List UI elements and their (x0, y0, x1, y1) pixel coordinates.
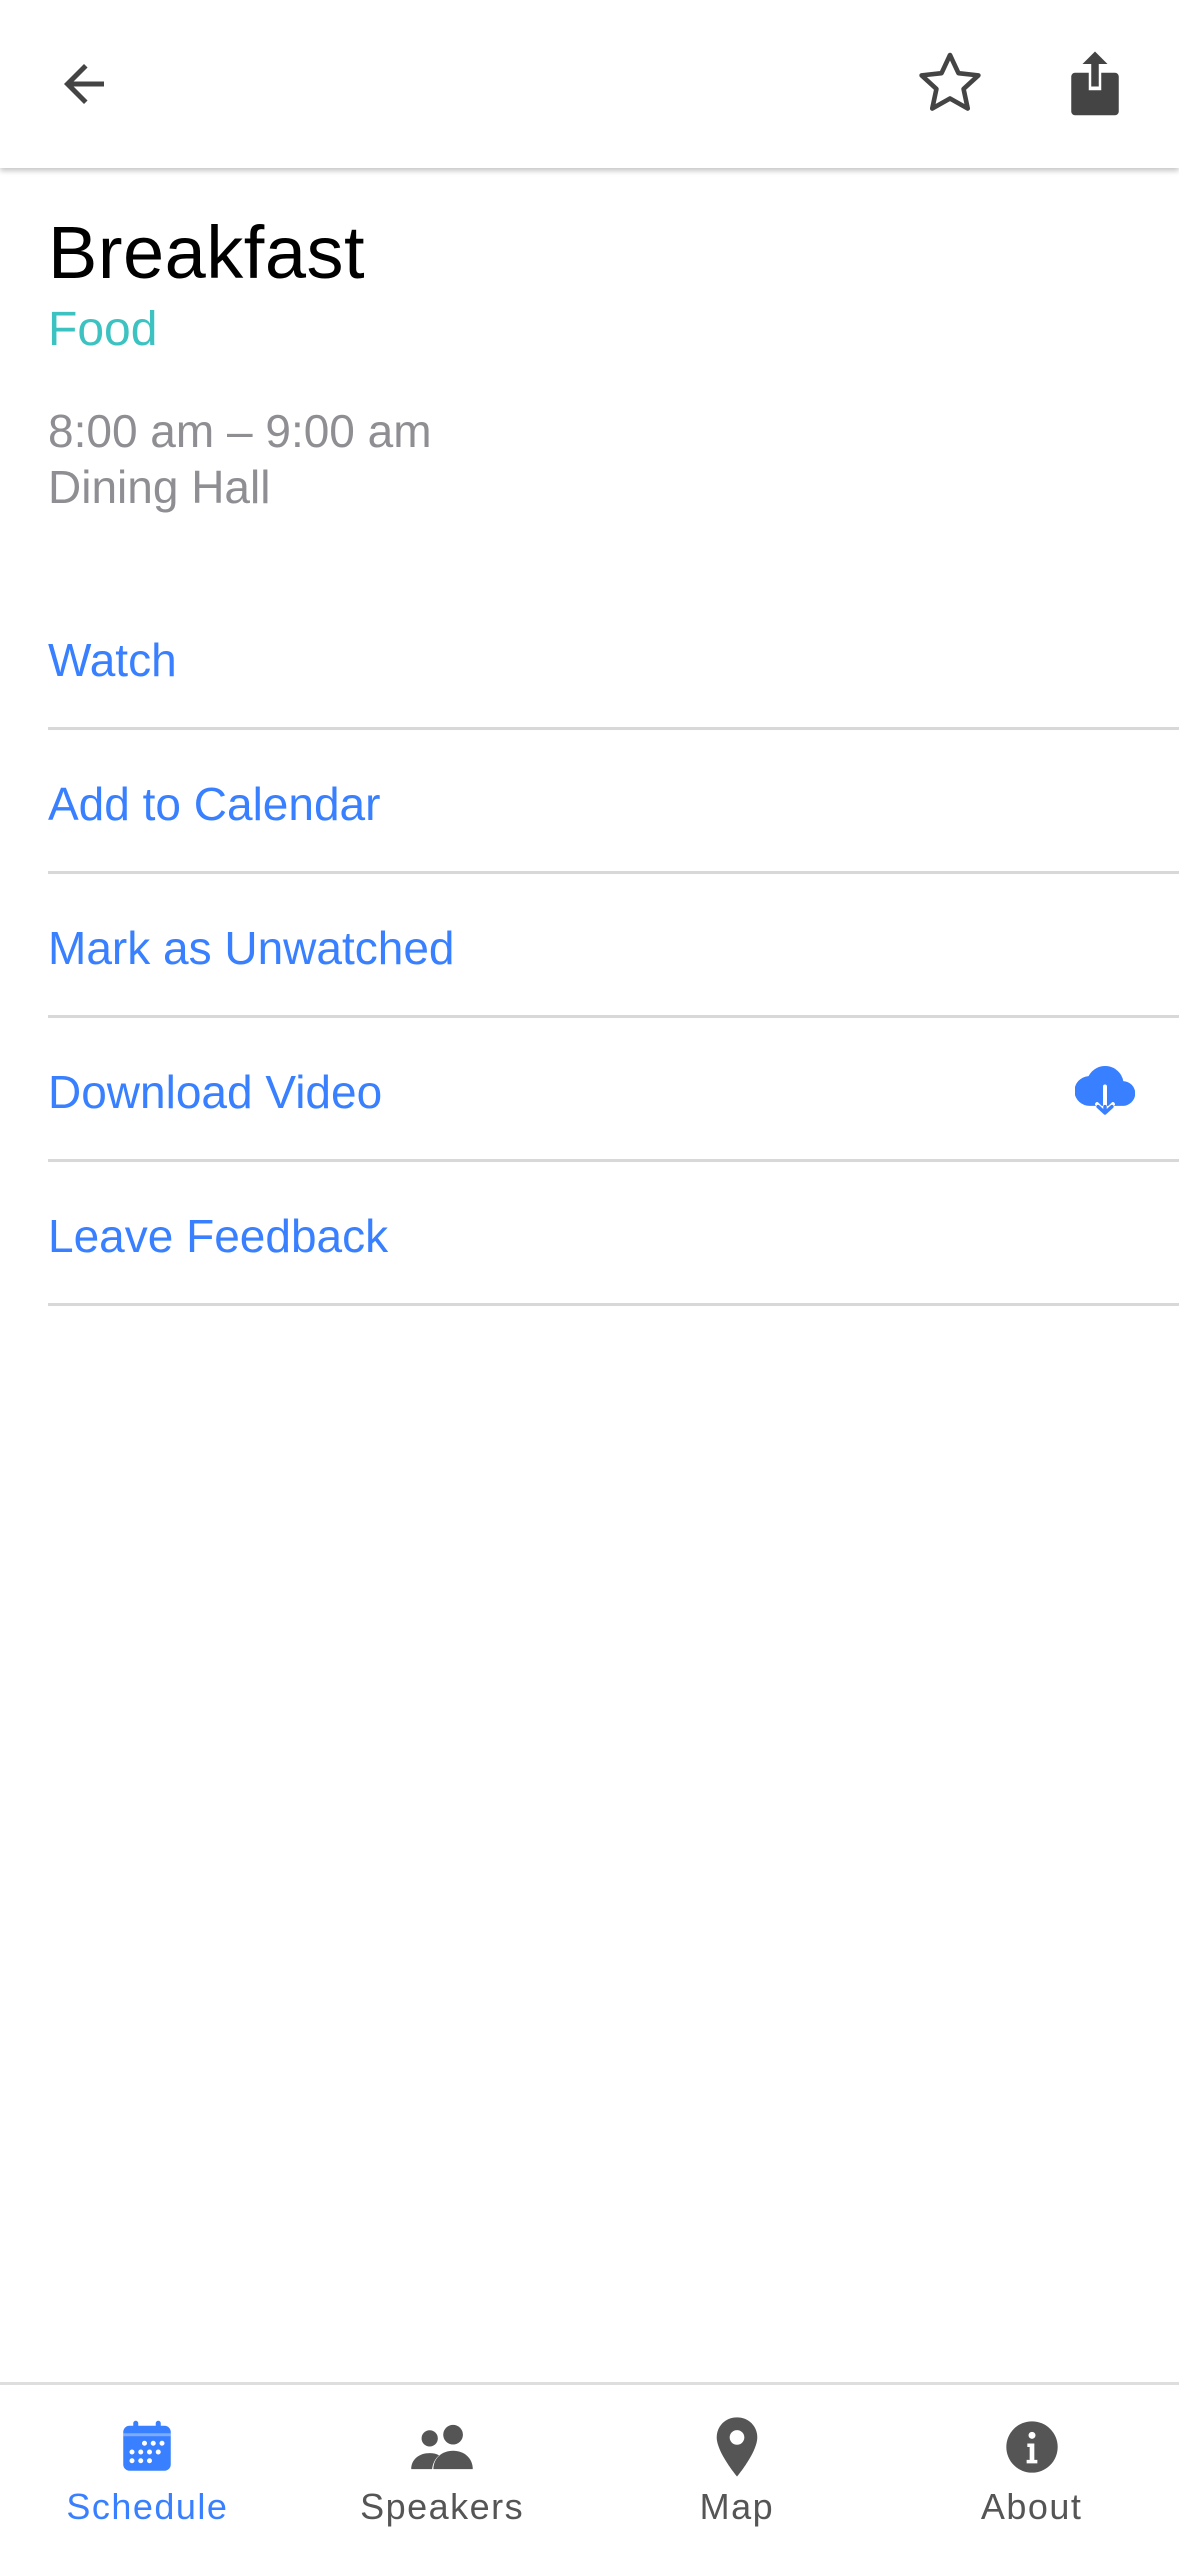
favorite-button[interactable] (900, 34, 1000, 134)
tab-about-label: About (980, 2486, 1083, 2527)
tab-schedule[interactable]: Schedule (0, 2385, 295, 2553)
bottom-tab-bar: Schedule Speakers Map About (0, 2382, 1179, 2553)
tab-schedule-label: Schedule (66, 2486, 229, 2527)
star-outline-icon (919, 52, 981, 111)
session-track: Food (48, 303, 158, 356)
info-icon (1000, 2415, 1064, 2479)
mark-as-unwatched-button[interactable]: Mark as Unwatched (48, 874, 1179, 1018)
watch-label: Watch (48, 633, 177, 686)
mark-as-unwatched-label: Mark as Unwatched (48, 921, 455, 974)
leave-feedback-label: Leave Feedback (48, 1209, 389, 1262)
add-to-calendar-label: Add to Calendar (48, 777, 381, 830)
share-icon (1071, 51, 1119, 116)
session-location: Dining Hall (48, 461, 271, 513)
download-video-label: Download Video (48, 1065, 383, 1118)
location-pin-icon (705, 2415, 769, 2479)
session-time: 8:00 am – 9:00 am (48, 405, 432, 457)
tab-map-label: Map (699, 2486, 775, 2527)
download-video-button[interactable]: Download Video (48, 1018, 1179, 1162)
watch-button[interactable]: Watch (48, 586, 1179, 730)
add-to-calendar-button[interactable]: Add to Calendar (48, 730, 1179, 874)
top-toolbar (0, 0, 1179, 168)
tab-speakers[interactable]: Speakers (295, 2385, 590, 2553)
cloud-download-icon (1075, 1059, 1135, 1119)
people-icon (410, 2415, 474, 2479)
tab-map[interactable]: Map (590, 2385, 885, 2553)
session-title: Breakfast (48, 211, 366, 294)
session-actions-list: Watch Add to Calendar Mark as Unwatched … (48, 586, 1179, 1306)
calendar-icon (115, 2415, 179, 2479)
share-button[interactable] (1045, 34, 1145, 134)
session-detail-screen: Breakfast Food 8:00 am – 9:00 am Dining … (0, 0, 1179, 2553)
tab-speakers-label: Speakers (360, 2486, 525, 2527)
arrow-back-icon (64, 64, 104, 104)
leave-feedback-button[interactable]: Leave Feedback (48, 1162, 1179, 1306)
tab-about[interactable]: About (884, 2385, 1179, 2553)
back-button[interactable] (34, 34, 134, 134)
